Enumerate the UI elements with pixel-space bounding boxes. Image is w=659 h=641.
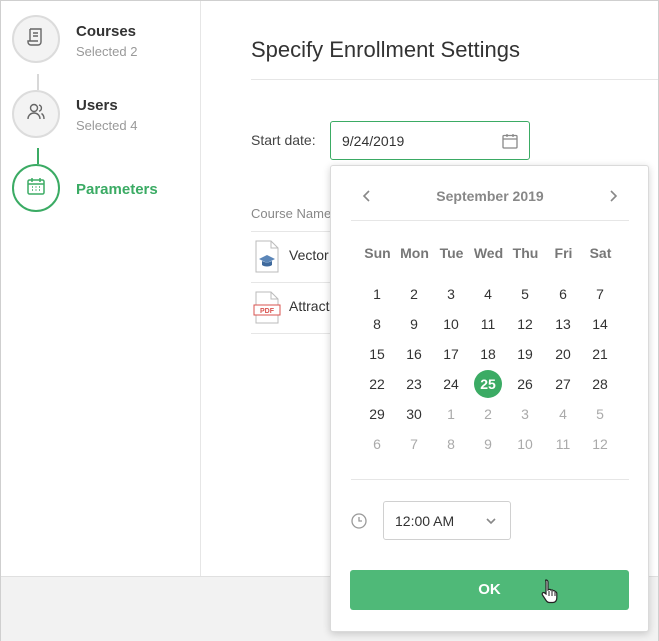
day-cell[interactable]: 9 [400,310,428,338]
divider [251,231,341,232]
date-picker-popup: September 2019 Sun Mon Tue Wed Thu Fri Sat 123… [330,165,649,632]
day-cell[interactable]: 29 [363,400,391,428]
step-connector [37,74,39,90]
weekday-label: Sun [364,245,391,261]
calendar-header: September 2019 [351,180,629,221]
start-date-value: 9/24/2019 [342,133,405,149]
step-courses-circle[interactable] [12,15,60,63]
day-cell[interactable]: 10 [437,310,465,338]
start-date-input[interactable]: 9/24/2019 [330,121,530,160]
next-month-button[interactable] [599,184,627,212]
day-cell[interactable]: 21 [586,340,614,368]
day-cell[interactable]: 8 [437,430,465,458]
weekday-label: Mon [400,245,429,261]
step-connector [37,148,39,164]
day-cell[interactable]: 23 [400,370,428,398]
day-cell[interactable]: 12 [511,310,539,338]
weekday-label: Wed [473,245,504,261]
start-date-label: Start date: [251,132,316,148]
divider [251,333,341,334]
time-value: 12:00 AM [395,513,455,529]
divider [251,282,341,283]
weekday-label: Fri [554,245,573,261]
course-graduation-icon [253,240,281,279]
scroll-icon [25,26,47,53]
step-courses-title[interactable]: Courses [76,23,136,40]
day-cell[interactable]: 3 [511,400,539,428]
calendar-icon [25,175,47,202]
day-cell[interactable]: 15 [363,340,391,368]
day-cell[interactable]: 2 [400,280,428,308]
time-select[interactable]: 12:00 AM [383,501,511,540]
day-cell[interactable]: 14 [586,310,614,338]
divider [351,479,629,480]
day-cell[interactable]: 18 [474,340,502,368]
day-cell[interactable]: 28 [586,370,614,398]
day-cell[interactable]: 1 [363,280,391,308]
page-title: Specify Enrollment Settings [251,37,521,62]
day-cell[interactable]: 11 [549,430,577,458]
chevron-down-icon [485,514,497,532]
course-name: Attract [289,298,330,314]
day-cell[interactable]: 9 [474,430,502,458]
course-name-column-header: Course Name [251,206,332,221]
day-cell[interactable]: 1 [437,400,465,428]
svg-text:PDF: PDF [260,308,275,315]
ok-button[interactable]: OK [350,570,629,610]
course-row[interactable]: Vector [251,238,331,274]
step-courses-subtitle: Selected 2 [76,44,138,59]
day-cell[interactable]: 5 [511,280,539,308]
day-cell[interactable]: 13 [549,310,577,338]
selected-day-cell[interactable]: 25 [474,370,502,398]
step-users-circle[interactable] [12,90,60,138]
divider [251,79,658,80]
day-cell[interactable]: 6 [363,430,391,458]
day-cell[interactable]: 30 [400,400,428,428]
weekday-label: Sat [589,245,612,261]
weekday-label: Tue [439,245,464,261]
clock-icon [350,512,368,535]
calendar-icon[interactable] [501,132,519,155]
weekday-label: Thu [512,245,539,261]
chevron-right-icon [608,189,618,208]
day-cell[interactable]: 22 [363,370,391,398]
day-cell[interactable]: 4 [474,280,502,308]
step-users-subtitle: Selected 4 [76,118,138,133]
step-parameters-circle[interactable] [12,164,60,212]
day-cell[interactable]: 7 [400,430,428,458]
day-cell[interactable]: 12 [586,430,614,458]
month-label[interactable]: September 2019 [351,188,629,204]
day-cell[interactable]: 2 [474,400,502,428]
day-cell[interactable]: 3 [437,280,465,308]
day-cell[interactable]: 7 [586,280,614,308]
course-row[interactable]: PDF Attract [251,289,331,325]
day-cell[interactable]: 4 [549,400,577,428]
day-cell[interactable]: 6 [549,280,577,308]
pdf-file-icon: PDF [253,291,281,330]
step-parameters-title[interactable]: Parameters [76,181,158,198]
day-cell[interactable]: 8 [363,310,391,338]
step-users-title[interactable]: Users [76,97,118,114]
course-name: Vector [289,247,329,263]
users-icon [25,101,47,128]
day-cell[interactable]: 11 [474,310,502,338]
day-cell[interactable]: 17 [437,340,465,368]
day-cell[interactable]: 10 [511,430,539,458]
day-cell[interactable]: 20 [549,340,577,368]
day-cell[interactable]: 27 [549,370,577,398]
day-cell[interactable]: 24 [437,370,465,398]
day-cell[interactable]: 26 [511,370,539,398]
day-cell[interactable]: 19 [511,340,539,368]
day-cell[interactable]: 16 [400,340,428,368]
wizard-steps-sidebar: Courses Selected 2 Users Selected 4 Para… [1,1,201,576]
hand-pointer-cursor-icon [540,578,560,609]
day-cell[interactable]: 5 [586,400,614,428]
